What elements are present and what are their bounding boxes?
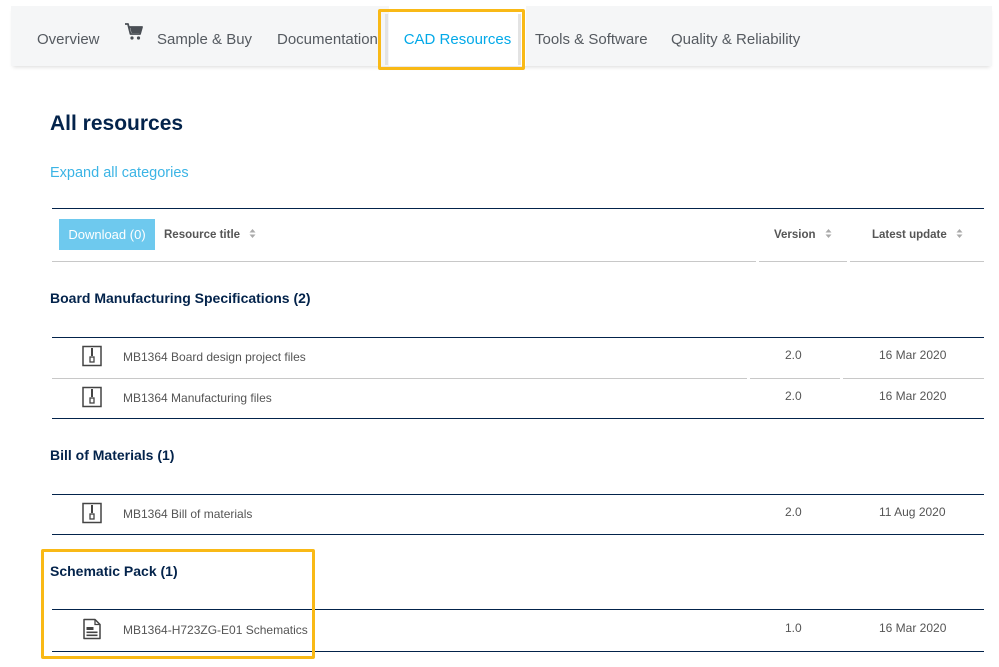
tab-overview[interactable]: Overview [37,6,100,66]
download-button[interactable]: Download (0) [59,219,155,250]
column-header-resource-title[interactable]: Resource title [164,228,256,242]
row-divider [52,378,747,379]
resource-latest-update: 11 Aug 2020 [879,505,946,519]
tab-sample-buy[interactable]: Sample & Buy [124,6,252,66]
column-header-version-label: Version [774,229,816,242]
tab-sample-buy-label: Sample & Buy [157,31,253,48]
header-divider [759,261,847,262]
column-header-resource-title-label: Resource title [164,229,241,242]
resource-title-link[interactable]: MB1364 Bill of materials [123,507,252,521]
row-divider [843,378,984,379]
zip-file-icon [81,345,103,367]
sort-icon [956,228,963,242]
expand-all-link[interactable]: Expand all categories [50,165,189,181]
sort-icon [249,228,256,242]
category-rule [52,494,984,495]
page-title: All resources [50,112,184,135]
zip-file-icon [81,502,103,524]
category-title-bill-of-materials: Bill of Materials (1) [50,447,175,463]
header-divider [850,261,984,262]
column-header-version[interactable]: Version [774,228,832,242]
resource-latest-update: 16 Mar 2020 [879,621,947,635]
resource-version: 2.0 [785,505,802,519]
resource-title-link[interactable]: MB1364 Manufacturing files [123,391,272,405]
column-header-latest-update-label: Latest update [872,229,947,242]
row-divider [750,378,840,379]
zip-file-icon [81,386,103,408]
category-title-board-manufacturing: Board Manufacturing Specifications (2) [50,290,311,306]
resource-latest-update: 16 Mar 2020 [879,389,947,403]
highlight-box-cad-tab [378,9,525,70]
category-rule [52,534,984,535]
table-top-rule [52,208,984,209]
resource-version: 2.0 [785,389,802,403]
tab-quality-reliability[interactable]: Quality & Reliability [671,6,800,66]
sort-icon [825,228,832,242]
tab-tools-software[interactable]: Tools & Software [535,6,648,66]
highlight-box-schematic-pack [41,549,315,659]
resource-version: 2.0 [785,348,802,362]
category-rule [52,418,984,419]
category-rule [52,337,984,338]
resource-version: 1.0 [785,621,802,635]
column-header-latest-update[interactable]: Latest update [872,228,963,242]
cart-icon [124,3,144,71]
header-divider [52,261,756,262]
resource-title-link[interactable]: MB1364 Board design project files [123,350,306,364]
resource-latest-update: 16 Mar 2020 [879,348,947,362]
tab-documentation[interactable]: Documentation [277,6,378,66]
